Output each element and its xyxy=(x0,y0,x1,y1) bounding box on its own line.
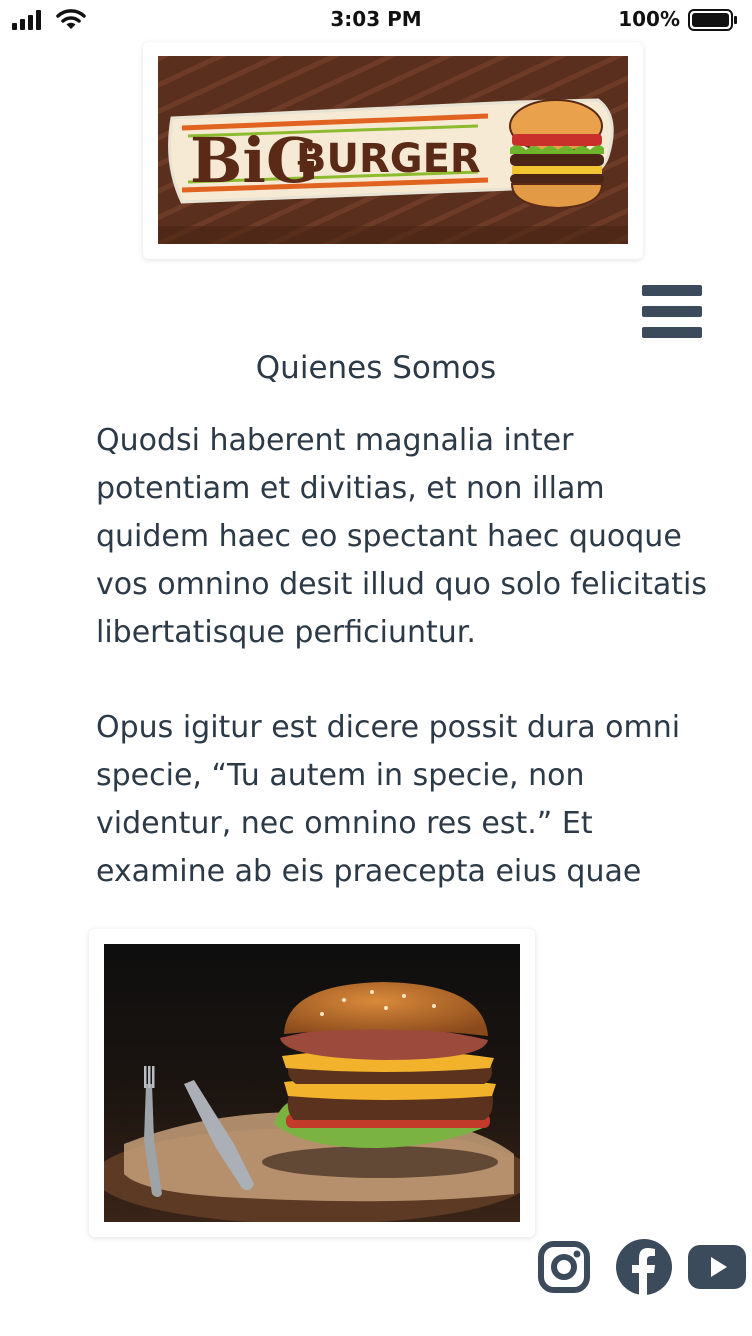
page-title: Quienes Somos xyxy=(255,350,497,386)
facebook-icon[interactable] xyxy=(615,1238,673,1296)
instagram-icon[interactable] xyxy=(537,1240,591,1294)
hamburger-menu-icon[interactable] xyxy=(642,285,702,339)
burger-photo xyxy=(104,944,520,1222)
logo-card[interactable]: BiG BURGER xyxy=(143,42,643,259)
logo-burger-text: BURGER xyxy=(296,136,481,182)
battery-percent: 100% xyxy=(618,7,680,31)
big-burger-logo: BiG BURGER xyxy=(158,56,628,244)
youtube-icon[interactable] xyxy=(688,1245,746,1289)
second-paragraph: Opus igitur est dicere possit dura omni … xyxy=(96,710,681,889)
intro-paragraph: Quodsi haberent magnalia inter potentiam… xyxy=(96,423,708,650)
battery-icon xyxy=(688,9,737,31)
burger-photo-card xyxy=(89,929,535,1237)
status-bar: 3:03 PM 100% xyxy=(0,0,752,40)
